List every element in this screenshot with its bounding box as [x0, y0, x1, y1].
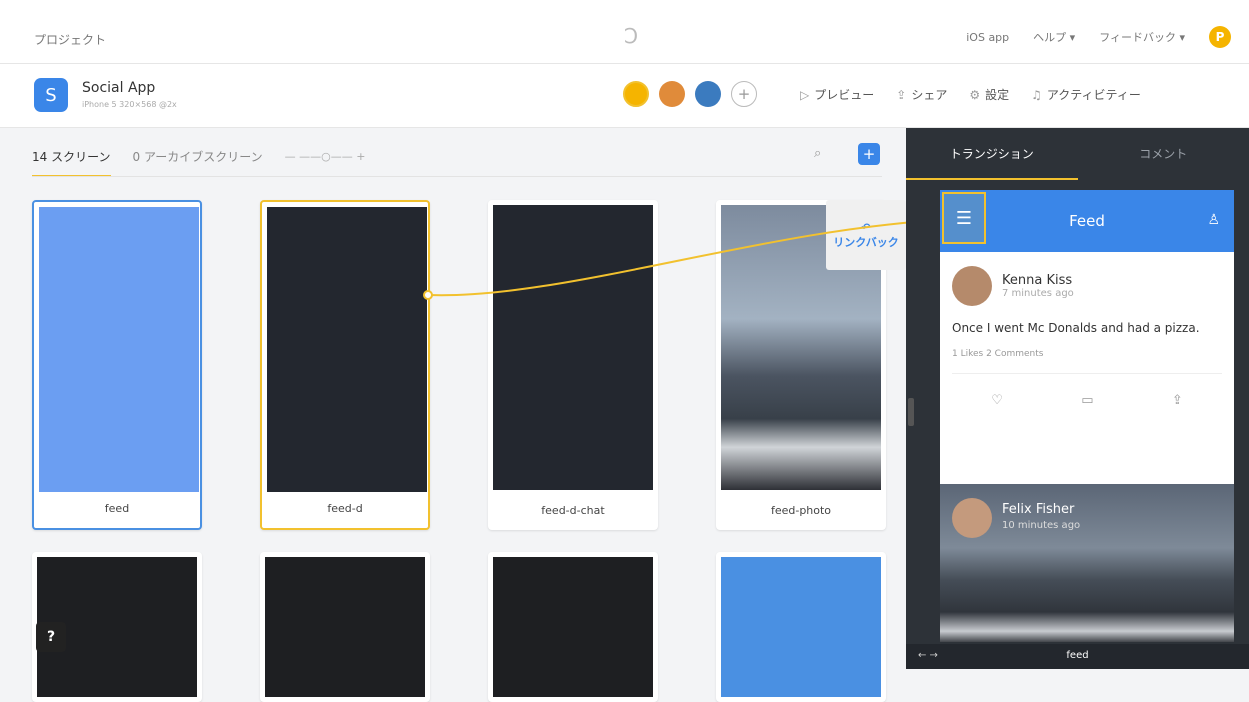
help-button[interactable]: ? [36, 622, 66, 652]
preview-footer: ← → feed [906, 644, 1249, 669]
post-author: Felix Fisher [1002, 502, 1074, 517]
heart-icon: ♡ [991, 393, 1003, 408]
feed-post: Kenna Kiss 7 minutes ago Once I went Mc … [940, 252, 1234, 427]
post-text: Once I went Mc Donalds and had a pizza. [952, 320, 1222, 337]
inspector-panel: トランジション コメント ☰ Feed ♙ Kenna Kiss 7 minut… [906, 128, 1249, 669]
screen-header-title: Feed [940, 212, 1234, 230]
post-time: 10 minutes ago [1002, 520, 1080, 531]
tab-transition[interactable]: トランジション [906, 128, 1078, 180]
avatar [952, 266, 992, 306]
post-stats: 1 Likes 2 Comments [952, 349, 1222, 359]
avatar [952, 498, 992, 538]
feed-post-photo: Felix Fisher 10 minutes ago [940, 484, 1234, 642]
post-author: Kenna Kiss [1002, 273, 1074, 288]
share-icon: ⇪ [1172, 393, 1183, 408]
contacts-icon: ♙ [1207, 212, 1220, 228]
post-time: 7 minutes ago [1002, 288, 1074, 299]
comment-icon: ▭ [1081, 393, 1093, 408]
tab-comment[interactable]: コメント [1078, 128, 1249, 180]
current-screen-name: feed [906, 650, 1249, 661]
panel-resize-handle[interactable] [908, 398, 914, 426]
screen-preview: ☰ Feed ♙ Kenna Kiss 7 minutes ago Once I… [940, 190, 1234, 642]
